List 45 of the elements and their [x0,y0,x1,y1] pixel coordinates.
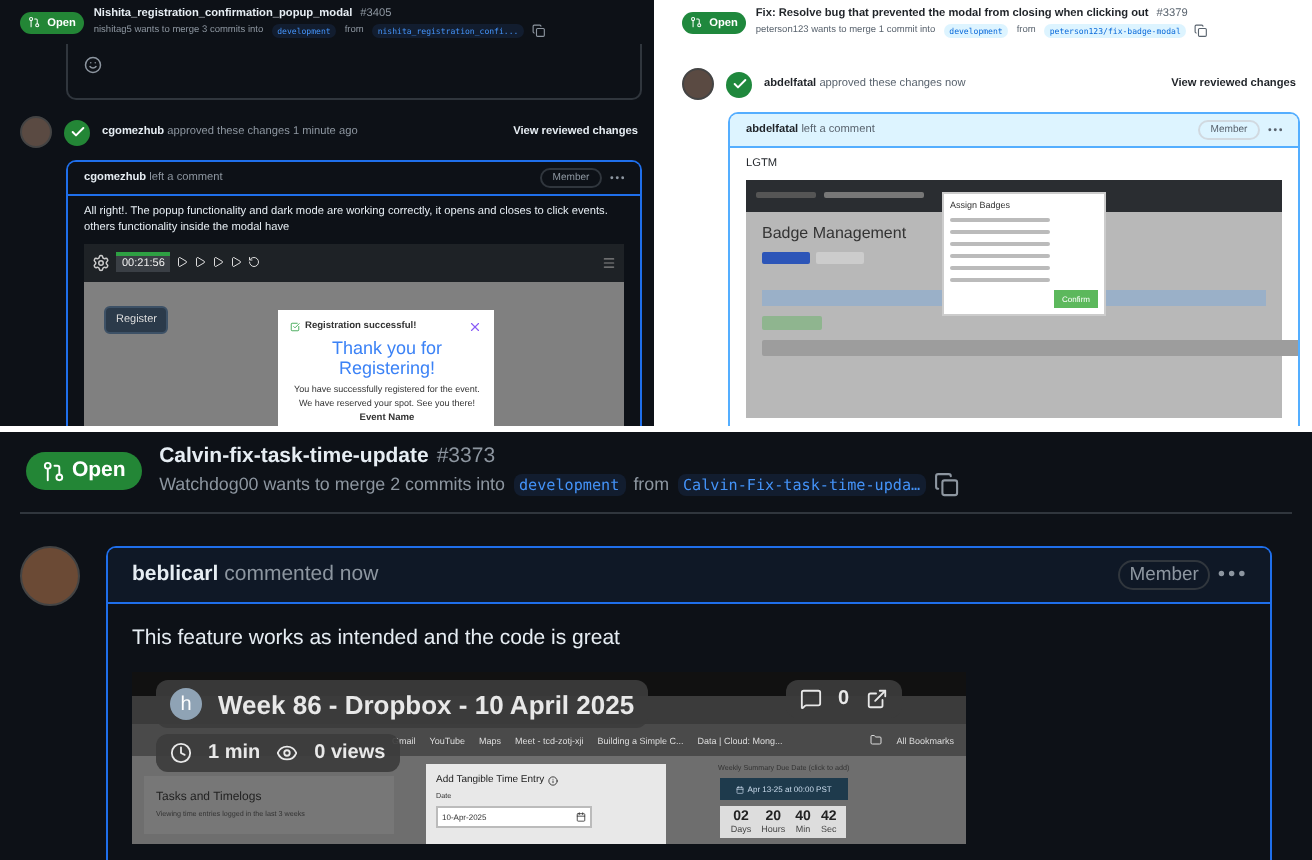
video-preview[interactable] [132,672,966,844]
gear-icon [92,253,110,272]
more-icon[interactable] [1218,570,1246,578]
checkbox-icon [290,321,301,332]
open-status-badge: Open [26,451,143,490]
pr-title: Calvin-fix-task-time-update [159,444,429,468]
calendar-icon [735,785,744,794]
copy-icon [934,472,960,498]
member-badge: Member [1117,559,1211,590]
folder-icon [870,734,883,747]
avatar [20,545,80,606]
comment-text: This feature works as intended and the code is great [132,623,622,653]
blurred-list-row [950,277,1050,282]
blurred-list-row [950,253,1050,258]
approved-check-icon [726,71,752,97]
info-icon [548,775,559,786]
calendar-icon [576,812,586,823]
avatar [20,116,52,148]
refresh-icon [248,256,261,269]
clock-icon [170,742,192,765]
blurred-list-row [950,229,1050,234]
merge-info: from [633,474,669,495]
blurred-list-row [950,217,1050,222]
smiley-icon [84,56,102,74]
menu-icon [602,255,616,270]
copy-icon [532,24,546,38]
duration-label: 1 min [208,742,261,765]
merge-info: Watchdog00 wants to merge 2 commits into [159,474,505,495]
views-label: 0 views [314,742,386,765]
eye-icon [276,742,299,765]
avatar [682,68,714,100]
page-heading: Badge Management [762,223,907,242]
comment-icon [800,688,822,711]
modal-title: Thank you for Registering! [329,337,444,381]
comment-count[interactable]: 0 [838,688,850,711]
avatar: h [170,688,202,721]
comment-header: beblicarl commented now [132,562,381,587]
pr-number: #3373 [436,444,496,468]
close-icon [468,319,483,334]
copy-icon [1194,24,1209,38]
approved-check-icon [64,119,90,145]
external-link-icon [865,688,888,711]
video-title: Week 86 - Dropbox - 10 April 2025 [218,689,635,720]
blurred-list-row [950,241,1050,246]
blurred-list-row [950,265,1050,270]
